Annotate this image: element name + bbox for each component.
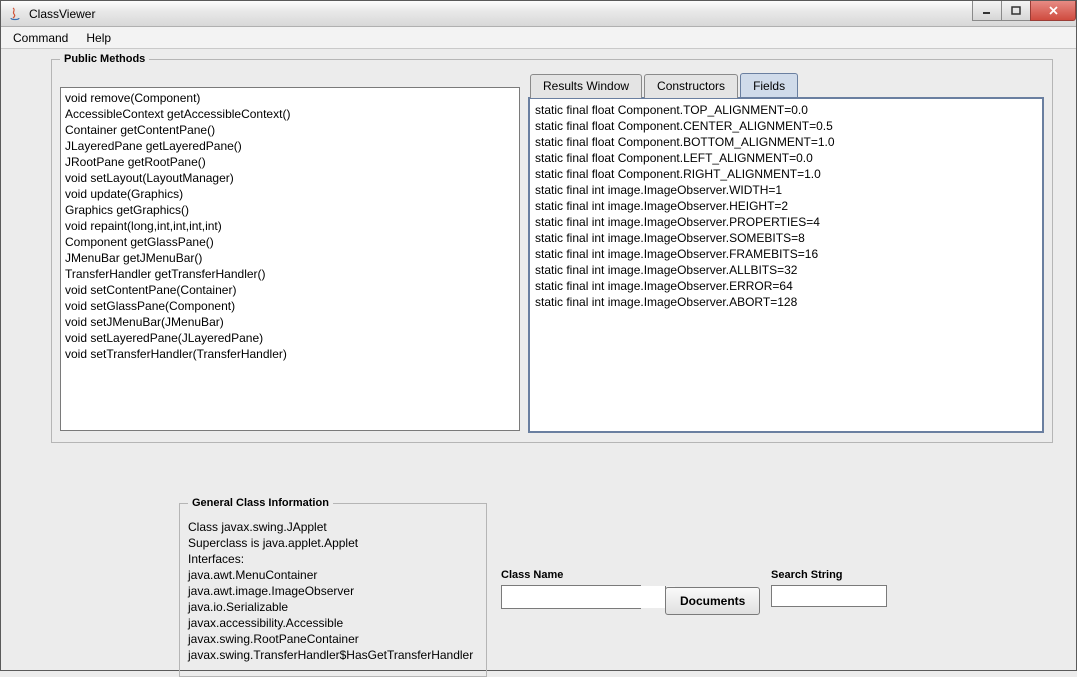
menu-help[interactable]: Help: [78, 28, 119, 48]
general-class-info-legend: General Class Information: [188, 497, 333, 509]
field-item[interactable]: static final float Component.CENTER_ALIG…: [535, 118, 1037, 134]
field-item[interactable]: static final float Component.BOTTOM_ALIG…: [535, 134, 1037, 150]
field-item[interactable]: static final int image.ImageObserver.HEI…: [535, 198, 1037, 214]
class-name-label: Class Name: [501, 569, 641, 581]
info-line: javax.accessibility.Accessible: [188, 615, 478, 631]
method-item[interactable]: JRootPane getRootPane(): [65, 154, 515, 170]
search-string-label: Search String: [771, 569, 887, 581]
search-string-section: Search String: [771, 569, 887, 607]
close-button[interactable]: [1030, 1, 1076, 21]
field-item[interactable]: static final int image.ImageObserver.ALL…: [535, 262, 1037, 278]
fields-panel[interactable]: static final float Component.TOP_ALIGNME…: [528, 97, 1044, 433]
method-item[interactable]: void setGlassPane(Component): [65, 298, 515, 314]
tab-strip: Results Window Constructors Fields: [530, 73, 1044, 97]
field-item[interactable]: static final int image.ImageObserver.ERR…: [535, 278, 1037, 294]
tabs-container: Results Window Constructors Fields stati…: [528, 73, 1044, 433]
info-line: java.io.Serializable: [188, 599, 478, 615]
field-item[interactable]: static final float Component.LEFT_ALIGNM…: [535, 150, 1037, 166]
tab-results-window[interactable]: Results Window: [530, 74, 642, 98]
general-class-info-group: General Class Information Class javax.sw…: [179, 497, 487, 677]
info-line: java.awt.MenuContainer: [188, 567, 478, 583]
field-item[interactable]: static final float Component.TOP_ALIGNME…: [535, 102, 1037, 118]
menubar: Command Help: [1, 27, 1076, 49]
method-item[interactable]: AccessibleContext getAccessibleContext(): [65, 106, 515, 122]
tab-constructors[interactable]: Constructors: [644, 74, 738, 98]
search-string-input[interactable]: [771, 585, 887, 607]
field-item[interactable]: static final int image.ImageObserver.SOM…: [535, 230, 1037, 246]
field-item[interactable]: static final int image.ImageObserver.ABO…: [535, 294, 1037, 310]
public-methods-group: Public Methods void remove(Component)Acc…: [51, 53, 1053, 443]
documents-button[interactable]: Documents: [665, 587, 760, 615]
content-area: Public Methods void remove(Component)Acc…: [1, 49, 1076, 670]
method-item[interactable]: Component getGlassPane(): [65, 234, 515, 250]
titlebar[interactable]: ClassViewer: [1, 1, 1076, 27]
field-item[interactable]: static final int image.ImageObserver.WID…: [535, 182, 1037, 198]
field-item[interactable]: static final float Component.RIGHT_ALIGN…: [535, 166, 1037, 182]
general-class-info-list: Class javax.swing.JAppletSuperclass is j…: [188, 517, 478, 663]
minimize-button[interactable]: [972, 1, 1002, 21]
method-item[interactable]: void update(Graphics): [65, 186, 515, 202]
method-item[interactable]: JLayeredPane getLayeredPane(): [65, 138, 515, 154]
window-controls: [973, 1, 1076, 21]
method-item[interactable]: Container getContentPane(): [65, 122, 515, 138]
field-item[interactable]: static final int image.ImageObserver.PRO…: [535, 214, 1037, 230]
method-item[interactable]: void setLayout(LayoutManager): [65, 170, 515, 186]
maximize-button[interactable]: [1001, 1, 1031, 21]
menu-command[interactable]: Command: [5, 28, 76, 48]
class-name-section: Class Name: [501, 569, 641, 609]
window-title: ClassViewer: [29, 7, 95, 21]
info-line: javax.swing.TransferHandler$HasGetTransf…: [188, 647, 478, 663]
method-item[interactable]: void setLayeredPane(JLayeredPane): [65, 330, 515, 346]
java-icon: [7, 6, 23, 22]
method-item[interactable]: void setContentPane(Container): [65, 282, 515, 298]
info-line: Interfaces:: [188, 551, 478, 567]
info-line: Class javax.swing.JApplet: [188, 519, 478, 535]
method-item[interactable]: void setTransferHandler(TransferHandler): [65, 346, 515, 362]
tab-fields[interactable]: Fields: [740, 73, 798, 97]
method-item[interactable]: void remove(Component): [65, 90, 515, 106]
method-item[interactable]: TransferHandler getTransferHandler(): [65, 266, 515, 282]
method-item[interactable]: void setJMenuBar(JMenuBar): [65, 314, 515, 330]
method-item[interactable]: void repaint(long,int,int,int,int): [65, 218, 515, 234]
public-methods-list[interactable]: void remove(Component)AccessibleContext …: [60, 87, 520, 431]
method-item[interactable]: Graphics getGraphics(): [65, 202, 515, 218]
info-line: java.awt.image.ImageObserver: [188, 583, 478, 599]
info-line: javax.swing.RootPaneContainer: [188, 631, 478, 647]
app-window: ClassViewer Command Help Public Methods …: [0, 0, 1077, 671]
method-item[interactable]: JMenuBar getJMenuBar(): [65, 250, 515, 266]
class-name-input[interactable]: [502, 586, 665, 608]
public-methods-legend: Public Methods: [60, 53, 149, 65]
field-item[interactable]: static final int image.ImageObserver.FRA…: [535, 246, 1037, 262]
class-name-combo[interactable]: [501, 585, 641, 609]
info-line: Superclass is java.applet.Applet: [188, 535, 478, 551]
